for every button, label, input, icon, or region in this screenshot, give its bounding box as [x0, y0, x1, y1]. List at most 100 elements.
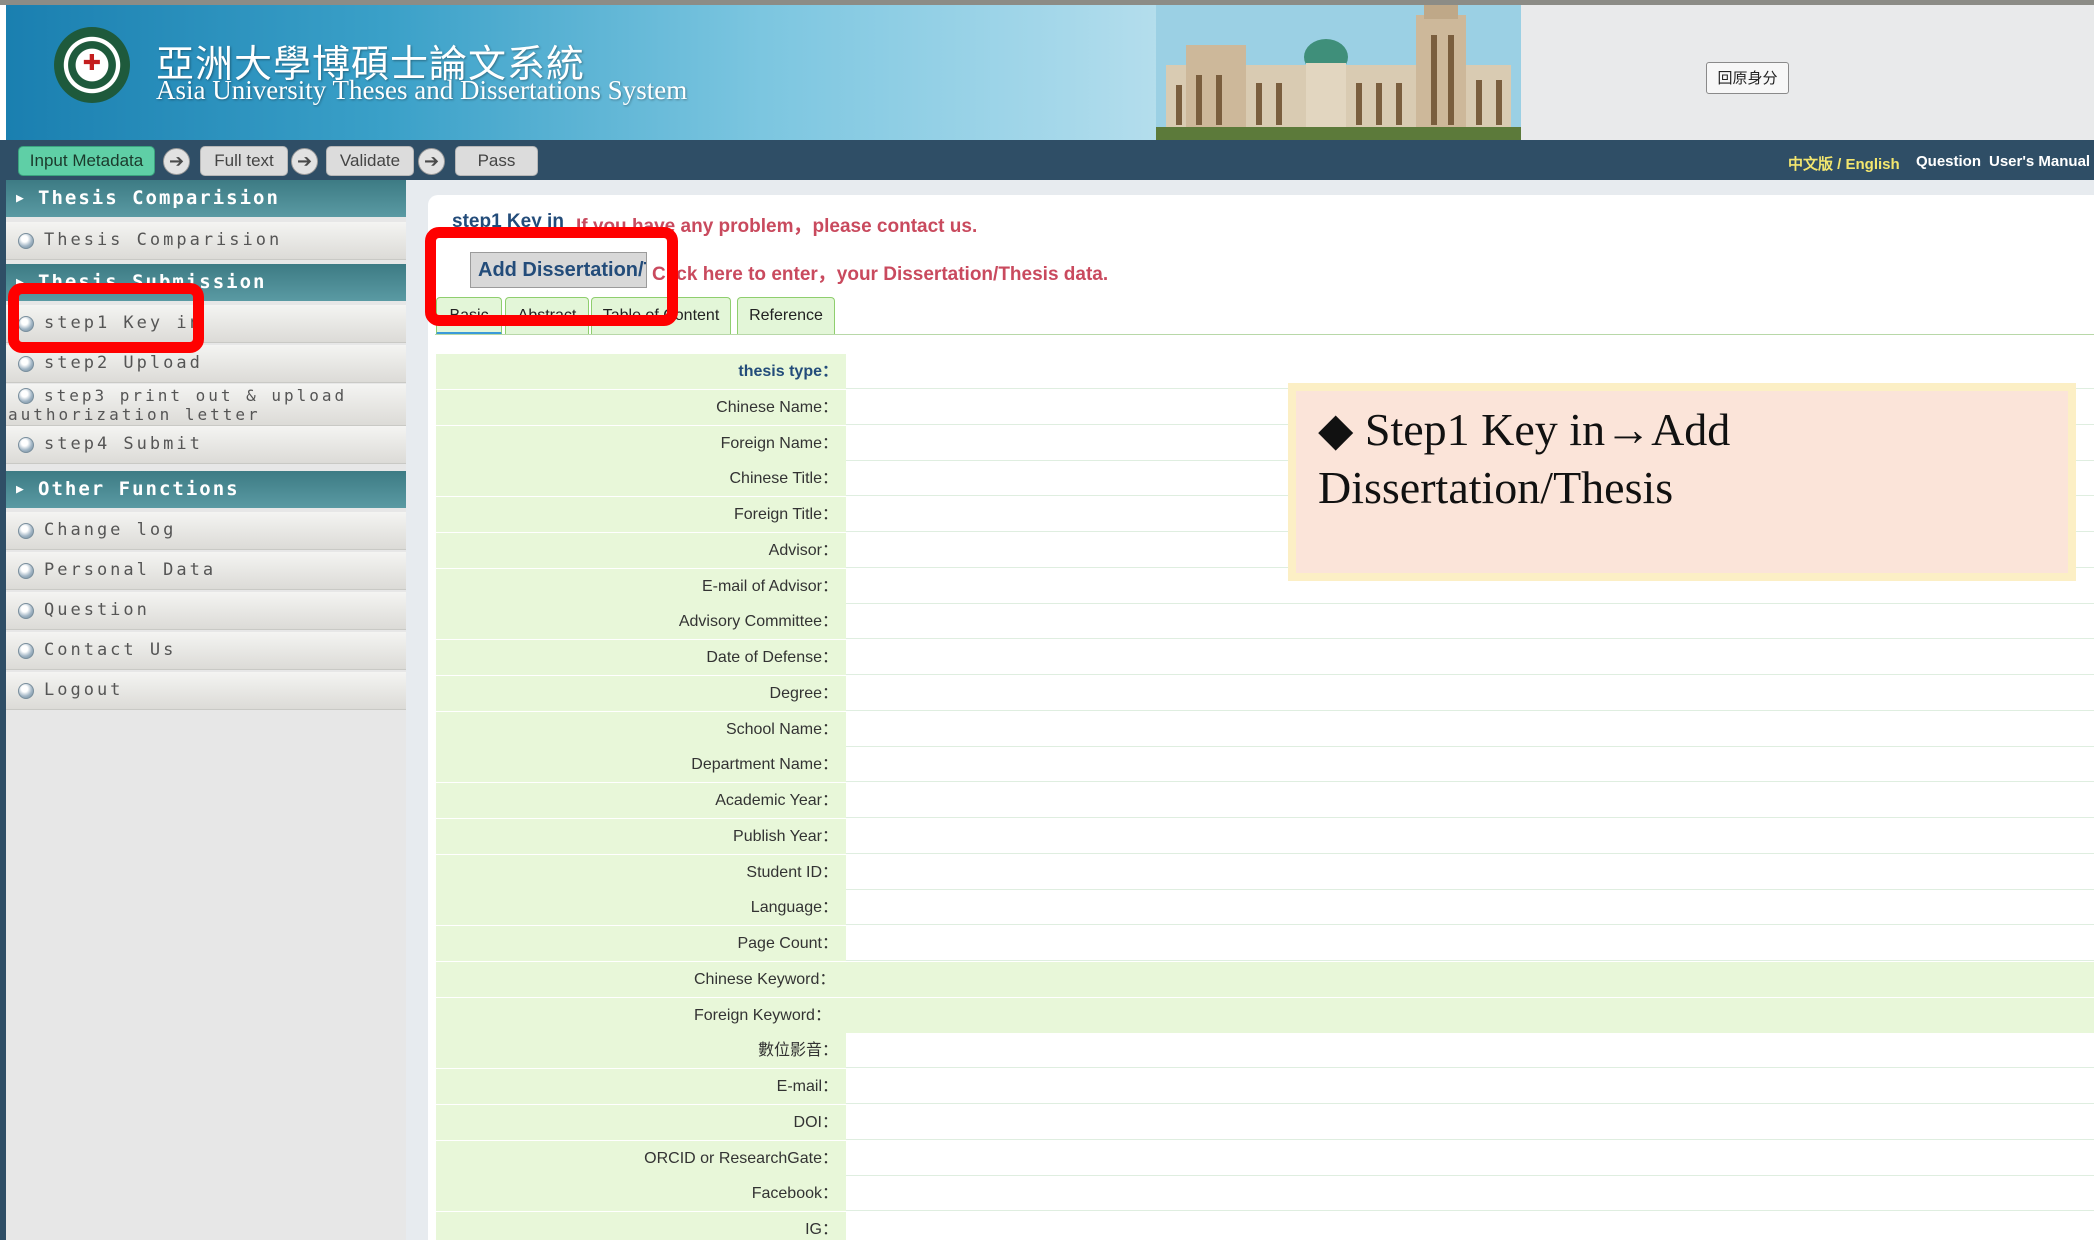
- header-banner: ✚ 亞洲大學博碩士論文系統 Asia University Theses and…: [6, 5, 1521, 140]
- sidebar-item-label-line2: authorization letter: [8, 405, 261, 424]
- sidebar-item-label: Contact Us: [44, 640, 177, 660]
- sidebar-section-title: Other Functions: [38, 478, 240, 500]
- tab-underline: [435, 334, 2094, 335]
- form-row: Student ID：: [436, 855, 2094, 890]
- form-field-label: Academic Year：: [436, 783, 846, 818]
- sidebar-item-personal-data[interactable]: Personal Data: [6, 552, 406, 590]
- language-switch-link[interactable]: 中文版 / English: [1788, 153, 1900, 174]
- step-pass-button[interactable]: Pass: [455, 146, 538, 176]
- arrow-right-icon: ➔: [291, 148, 318, 175]
- sidebar-section-title: Thesis Comparision: [38, 187, 280, 209]
- form-field-label: School Name：: [436, 712, 846, 747]
- form-field-label: Advisory Committee：: [436, 604, 846, 639]
- callout-text: ◆ Step1 Key in→Add Dissertation/Thesis: [1318, 404, 1731, 513]
- form-row: Chinese Keyword：: [436, 962, 2094, 997]
- form-field-label: Foreign Keyword：: [436, 998, 2094, 1033]
- form-row: School Name：: [436, 712, 2094, 747]
- form-row: Department Name：: [436, 747, 2094, 782]
- form-field-label: ORCID or ResearchGate：: [436, 1141, 846, 1176]
- arrow-right-icon: ➔: [163, 148, 190, 175]
- step-nav-bar: Input Metadata ➔ Full text ➔ Validate ➔ …: [6, 140, 2094, 180]
- sidebar-item-change-log[interactable]: Change log: [6, 512, 406, 550]
- form-field-label: Degree：: [436, 676, 846, 711]
- form-field-label: Page Count：: [436, 926, 846, 961]
- form-row: ORCID or ResearchGate：: [436, 1141, 2094, 1176]
- bullet-icon: [18, 316, 34, 332]
- form-row: Foreign Keyword：: [436, 998, 2094, 1033]
- arrow-right-icon: ➔: [418, 148, 445, 175]
- help-notice: If you have any problem，please contact u…: [576, 216, 978, 237]
- sidebar-item-step4-submit[interactable]: step4 Submit: [6, 426, 406, 464]
- step-input-metadata-button[interactable]: Input Metadata: [18, 146, 155, 176]
- sidebar-item-step1-key-in[interactable]: step1 Key in: [6, 305, 406, 343]
- app-window: ✚ 亞洲大學博碩士論文系統 Asia University Theses and…: [0, 0, 2094, 1240]
- triangle-right-icon: ▶: [16, 482, 26, 497]
- tab-abstract[interactable]: Abstract: [505, 297, 589, 335]
- tab-table-of-content[interactable]: Table of Content: [591, 297, 731, 335]
- add-dissertation-button[interactable]: Add Dissertation/T: [470, 252, 647, 288]
- sidebar-item-step3-print-upload[interactable]: step3 print out & upload authorization le…: [6, 384, 406, 426]
- bullet-icon: [18, 643, 34, 659]
- add-instruction-text: Click here to enter，your Dissertation/Th…: [652, 264, 1109, 285]
- sidebar-item-label: Change log: [44, 520, 177, 540]
- form-field-label: Chinese Name：: [436, 390, 846, 425]
- sidebar-item-label: Thesis Comparision: [44, 230, 283, 250]
- triangle-right-icon: ▶: [16, 191, 26, 206]
- bullet-icon: [18, 233, 34, 249]
- form-field-label: IG：: [436, 1212, 846, 1240]
- form-field-label: Publish Year：: [436, 819, 846, 854]
- instruction-callout: ◆ Step1 Key in→Add Dissertation/Thesis: [1288, 383, 2076, 581]
- campus-building-image: [1156, 5, 1521, 140]
- triangle-right-icon: ▶: [16, 275, 26, 290]
- form-row: E-mail：: [436, 1069, 2094, 1104]
- sidebar-item-label: Personal Data: [44, 560, 217, 580]
- sidebar-item-label: step1 Key in: [44, 313, 203, 333]
- sidebar-section-other-functions[interactable]: ▶ Other Functions: [6, 471, 406, 508]
- restore-identity-button[interactable]: 回原身分: [1706, 62, 1789, 94]
- form-row: 數位影音：: [436, 1033, 2094, 1068]
- sidebar-item-label: step2 Upload: [44, 353, 203, 373]
- form-row: Publish Year：: [436, 819, 2094, 854]
- form-row: Language：: [436, 890, 2094, 925]
- question-link[interactable]: Question: [1916, 153, 1981, 170]
- form-field-label: Date of Defense：: [436, 640, 846, 675]
- sidebar: ▶ Thesis Comparision Thesis Comparision ▶…: [6, 180, 406, 1240]
- bullet-icon: [18, 683, 34, 699]
- bullet-icon: [18, 603, 34, 619]
- form-field-label: 數位影音：: [436, 1033, 846, 1068]
- sidebar-item-thesis-comparision[interactable]: Thesis Comparision: [6, 222, 406, 260]
- header-right-area: 回原身分: [1521, 5, 2094, 140]
- form-field-label: Department Name：: [436, 747, 846, 782]
- sidebar-item-step2-upload[interactable]: step2 Upload: [6, 345, 406, 383]
- tab-reference[interactable]: Reference: [737, 297, 835, 335]
- sidebar-section-title: Thesis Submission: [38, 271, 267, 293]
- form-field-label: Language：: [436, 890, 846, 925]
- form-field-label: Advisor：: [436, 533, 846, 568]
- form-field-label: Student ID：: [436, 855, 846, 890]
- bullet-icon: [18, 388, 34, 404]
- sidebar-item-label: step4 Submit: [44, 434, 203, 454]
- sidebar-section-thesis-comparision[interactable]: ▶ Thesis Comparision: [6, 180, 406, 217]
- form-row: IG：: [436, 1212, 2094, 1240]
- users-manual-link[interactable]: User's Manual: [1989, 153, 2090, 170]
- step-validate-button[interactable]: Validate: [326, 146, 414, 176]
- form-field-label: Foreign Name：: [436, 426, 846, 461]
- form-row: Academic Year：: [436, 783, 2094, 818]
- site-title-english: Asia University Theses and Dissertations…: [156, 75, 688, 105]
- sidebar-item-label: Question: [44, 600, 150, 620]
- form-field-label: thesis type：: [436, 354, 846, 389]
- tab-basic[interactable]: Basic: [436, 297, 502, 335]
- bullet-icon: [18, 356, 34, 372]
- sidebar-item-contact-us[interactable]: Contact Us: [6, 632, 406, 670]
- form-row: Page Count：: [436, 926, 2094, 961]
- form-row: Degree：: [436, 676, 2094, 711]
- bullet-icon: [18, 437, 34, 453]
- sidebar-item-label: step3 print out & upload: [44, 386, 348, 405]
- sidebar-section-thesis-submission[interactable]: ▶ Thesis Submission: [6, 264, 406, 301]
- form-row: Facebook：: [436, 1176, 2094, 1211]
- form-field-label: E-mail：: [436, 1069, 846, 1104]
- form-field-label: Facebook：: [436, 1176, 846, 1211]
- sidebar-item-question[interactable]: Question: [6, 592, 406, 630]
- sidebar-item-logout[interactable]: Logout: [6, 672, 406, 710]
- step-full-text-button[interactable]: Full text: [200, 146, 288, 176]
